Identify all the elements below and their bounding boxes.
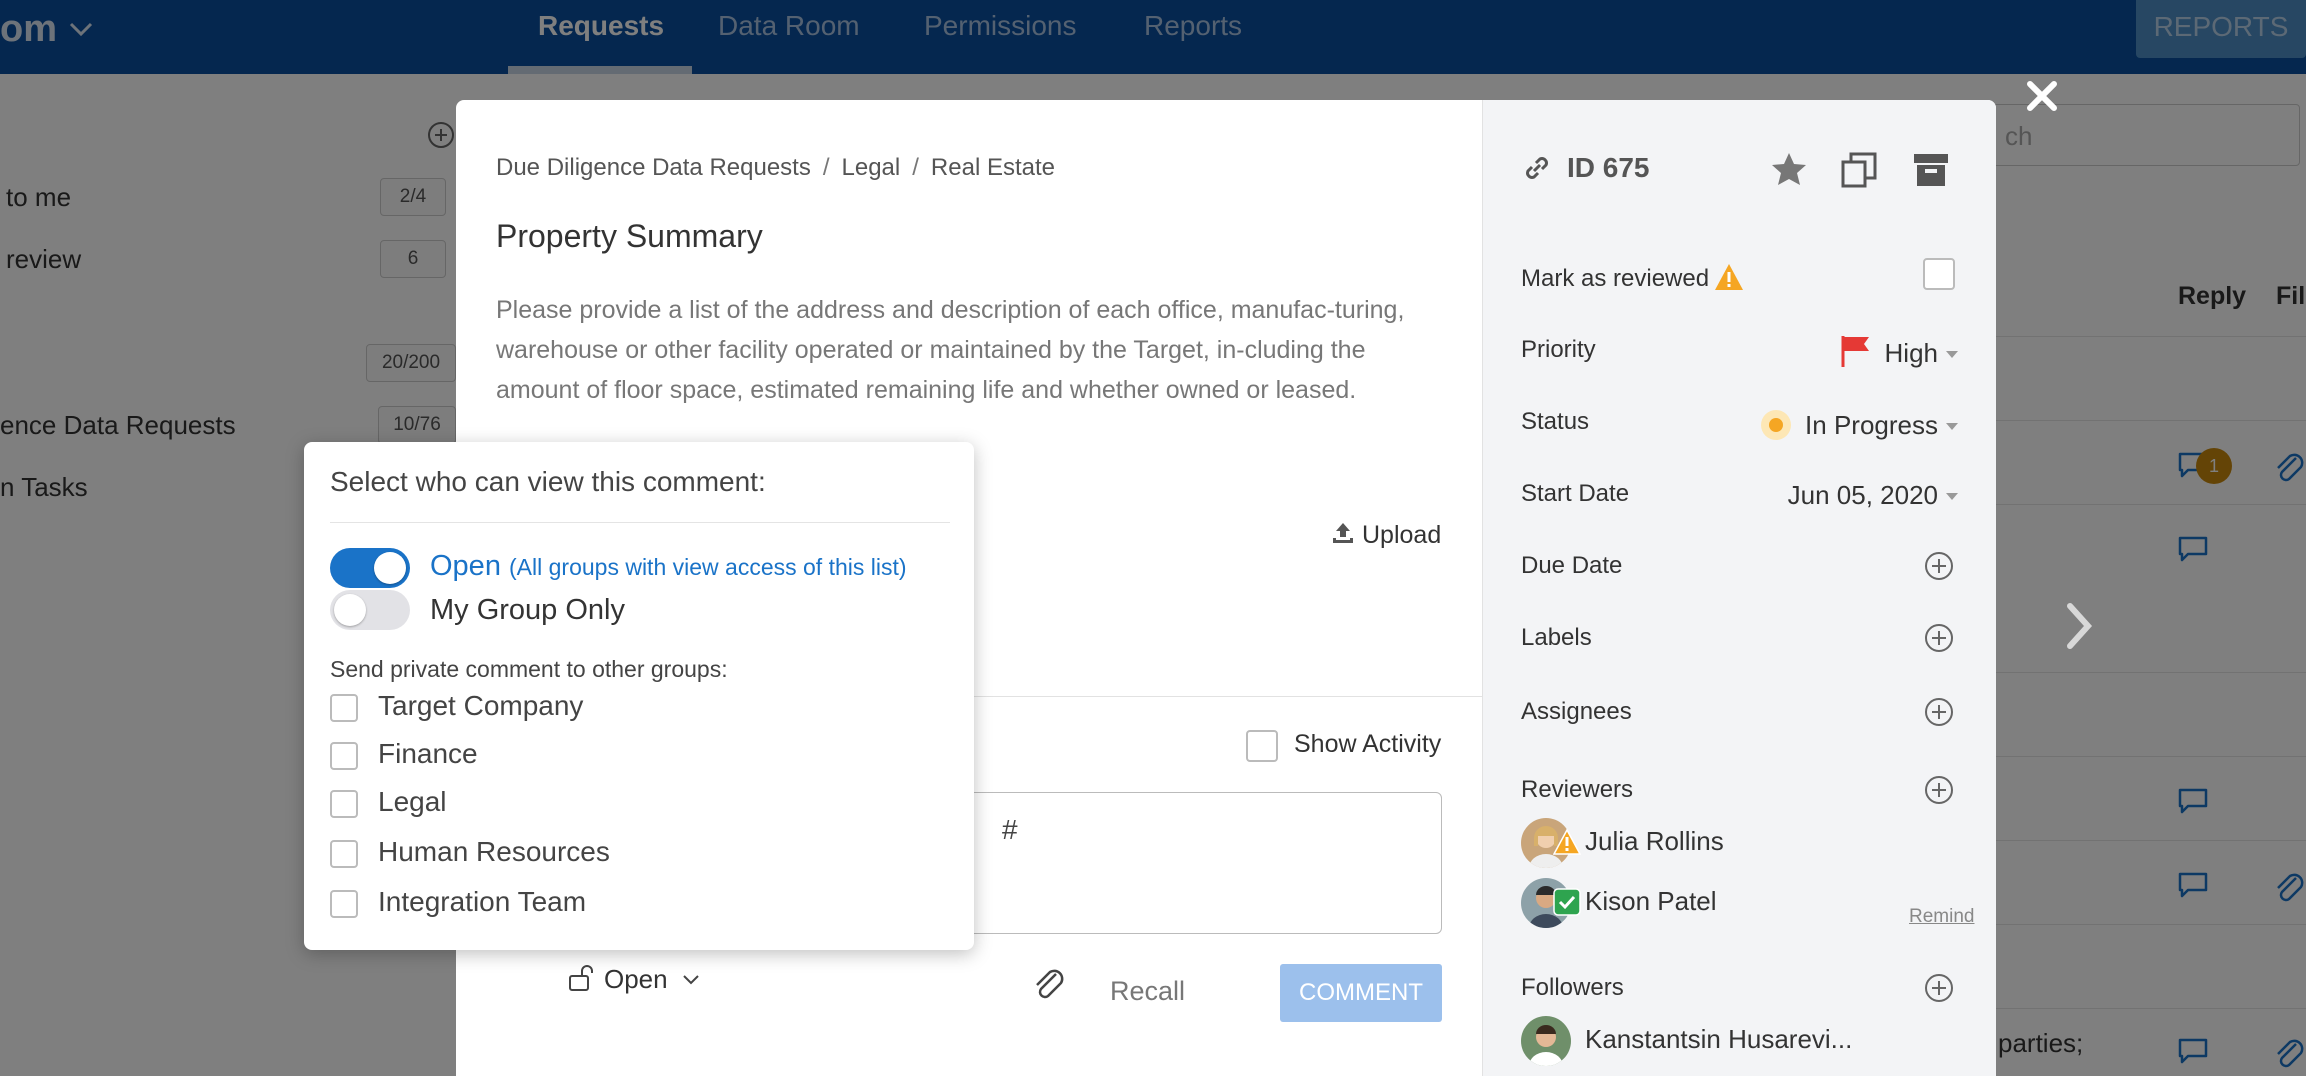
comment-input[interactable] — [956, 792, 1442, 934]
attachment-icon[interactable] — [1028, 962, 1068, 1002]
group-checkbox[interactable] — [330, 694, 358, 722]
group-label[interactable]: Legal — [378, 786, 447, 818]
status-value: In Progress — [1805, 410, 1938, 440]
add-follower-icon[interactable] — [1923, 972, 1955, 1004]
approved-check-icon — [1553, 888, 1581, 916]
toggle-knob — [334, 594, 366, 626]
avatar — [1521, 1016, 1571, 1066]
caret-down-icon — [1946, 423, 1958, 430]
breadcrumb-item[interactable]: Real Estate — [931, 154, 1055, 181]
copy-icon[interactable] — [1839, 150, 1879, 190]
status-label: Status — [1521, 408, 1590, 435]
my-group-only-label[interactable]: My Group Only — [430, 594, 625, 627]
priority-value: High — [1884, 338, 1938, 368]
request-id: ID 675 — [1567, 152, 1650, 183]
start-date-label: Start Date — [1521, 480, 1630, 507]
my-group-only-toggle[interactable] — [330, 590, 410, 630]
status-dot-icon — [1761, 410, 1792, 440]
due-date-label: Due Date — [1521, 552, 1623, 579]
caret-down-icon — [1946, 493, 1958, 500]
add-due-date-icon[interactable] — [1923, 550, 1955, 582]
comment-visibility-popover: Select who can view this comment: Open (… — [304, 442, 974, 950]
priority-dropdown[interactable]: High — [1839, 334, 1958, 369]
start-date-dropdown[interactable]: Jun 05, 2020 — [1788, 480, 1958, 511]
group-label[interactable]: Human Resources — [378, 836, 610, 868]
followers-label: Followers — [1521, 974, 1624, 1001]
status-dropdown[interactable]: In Progress — [1761, 410, 1958, 441]
flag-icon — [1841, 336, 1869, 367]
private-comment-label: Send private comment to other groups: — [330, 656, 728, 682]
reviewer-name: Kison Patel — [1585, 886, 1717, 916]
assignees-label: Assignees — [1521, 698, 1632, 725]
breadcrumb: Due Diligence Data Requests / Legal / Real E… — [496, 154, 1055, 181]
show-activity-label[interactable]: Show Activity — [1294, 730, 1441, 759]
mark-reviewed-label: Mark as reviewed — [1521, 262, 1745, 293]
visibility-label: Open — [604, 964, 668, 994]
reviewer-name: Julia Rollins — [1585, 826, 1724, 856]
details-panel: ID 675 Mark as reviewed Priority High St… — [1482, 100, 1996, 1076]
chevron-right-icon[interactable] — [2062, 600, 2096, 652]
breadcrumb-item[interactable]: Due Diligence Data Requests — [496, 154, 811, 181]
warning-icon — [1715, 264, 1744, 290]
reviewers-label: Reviewers — [1521, 776, 1634, 803]
caret-down-icon — [1946, 351, 1958, 358]
popover-title: Select who can view this comment: — [330, 466, 766, 497]
group-label[interactable]: Finance — [378, 738, 478, 770]
group-checkbox[interactable] — [330, 890, 358, 918]
archive-icon[interactable] — [1911, 150, 1951, 190]
comment-submit-button[interactable]: COMMENT — [1280, 964, 1442, 1022]
popover-divider — [330, 522, 950, 523]
add-reviewer-icon[interactable] — [1923, 774, 1955, 806]
group-checkbox[interactable] — [330, 840, 358, 868]
breadcrumb-item[interactable]: Legal — [842, 154, 901, 181]
recall-button[interactable]: Recall — [1110, 976, 1185, 1007]
open-visibility-toggle[interactable] — [330, 548, 410, 588]
open-visibility-sublabel: (All groups with view access of this lis… — [509, 554, 907, 580]
mark-reviewed-checkbox[interactable] — [1923, 258, 1955, 290]
upload-button[interactable]: Upload — [1330, 520, 1441, 550]
add-label-icon[interactable] — [1923, 622, 1955, 654]
upload-icon — [1333, 523, 1353, 543]
link-icon[interactable] — [1521, 152, 1553, 184]
visibility-dropdown[interactable]: Open — [566, 962, 702, 995]
warning-icon — [1553, 828, 1581, 855]
start-date-value: Jun 05, 2020 — [1787, 480, 1938, 510]
comment-input-value: # — [1002, 814, 1018, 845]
group-checkbox[interactable] — [330, 790, 358, 818]
add-assignee-icon[interactable] — [1923, 696, 1955, 728]
close-icon[interactable] — [2022, 76, 2062, 116]
request-title[interactable]: Property Summary — [496, 218, 763, 255]
chevron-down-icon — [682, 975, 699, 985]
request-description[interactable]: Please provide a list of the address and… — [496, 290, 1436, 410]
group-label[interactable]: Integration Team — [378, 886, 586, 918]
upload-label: Upload — [1362, 521, 1442, 549]
star-icon[interactable] — [1769, 150, 1809, 190]
unlock-icon — [569, 965, 593, 991]
follower-name: Kanstantsin Husarevi... — [1585, 1024, 1853, 1054]
group-label[interactable]: Target Company — [378, 690, 583, 722]
open-visibility-label[interactable]: Open (All groups with view access of thi… — [430, 550, 907, 583]
labels-label: Labels — [1521, 624, 1592, 651]
remind-link[interactable]: Remind — [1909, 906, 1974, 928]
group-checkbox[interactable] — [330, 742, 358, 770]
priority-label: Priority — [1521, 336, 1596, 363]
show-activity-checkbox[interactable] — [1246, 730, 1278, 762]
toggle-knob — [374, 552, 406, 584]
